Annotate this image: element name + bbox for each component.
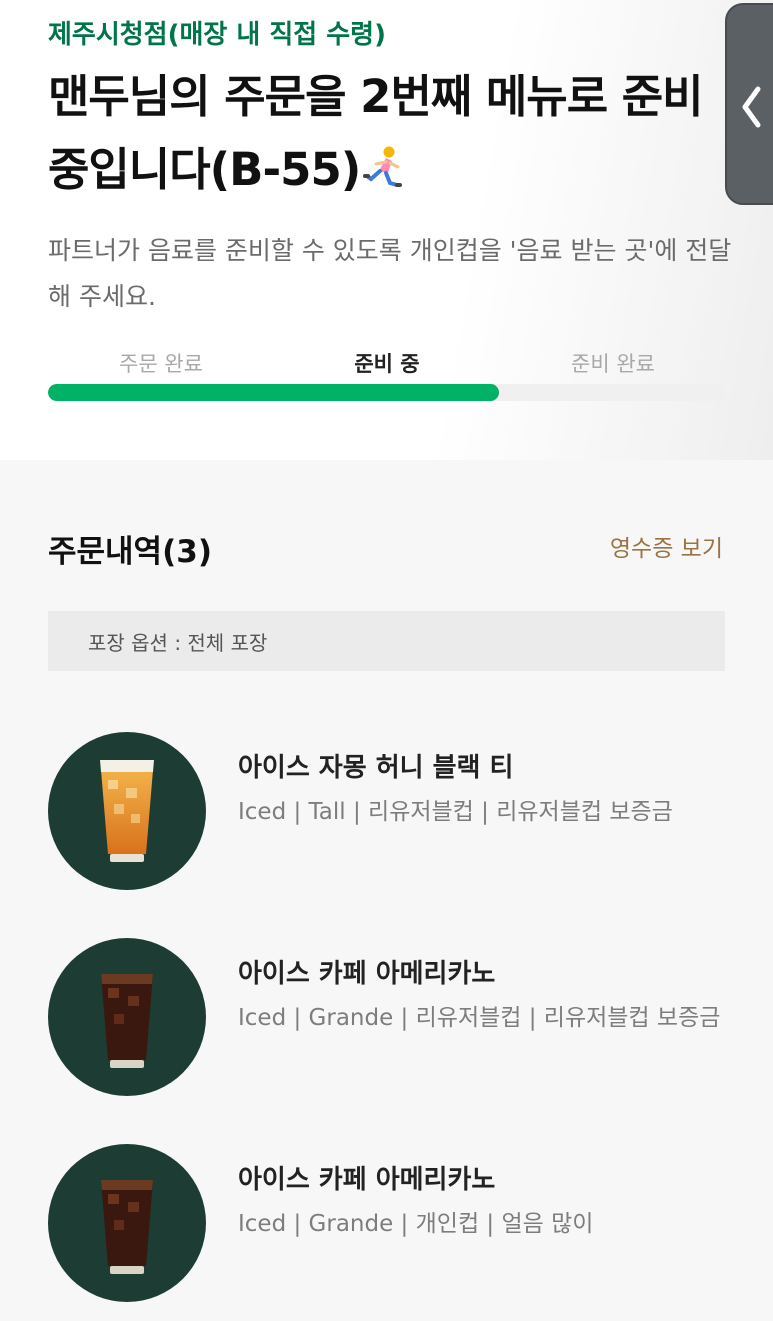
progress-bar-fill bbox=[48, 384, 499, 401]
step-preparing: 준비 중 bbox=[354, 352, 420, 376]
step-ready: 준비 완료 bbox=[571, 352, 655, 376]
chevron-left-icon bbox=[742, 86, 761, 128]
packaging-option-box: 포장 옵션 : 전체 포장 bbox=[48, 611, 725, 671]
store-name: 제주시청점(매장 내 직접 수령) bbox=[48, 20, 386, 50]
item-name: 아이스 자몽 허니 블랙 티 bbox=[238, 753, 514, 783]
iced-americano-icon bbox=[101, 1180, 153, 1274]
item-name: 아이스 카페 아메리카노 bbox=[238, 959, 496, 989]
item-options: Iced | Grande | 리유저블컵 | 리유저블컵 보증금 bbox=[238, 1005, 721, 1031]
item-options: Iced | Tall | 리유저블컵 | 리유저블컵 보증금 bbox=[238, 799, 673, 825]
iced-americano-icon bbox=[101, 974, 153, 1068]
order-item[interactable]: 아이스 자몽 허니 블랙 티 Iced | Tall | 리유저블컵 | 리유저… bbox=[48, 732, 738, 892]
order-status-headline: 맨두님의 주문을 2번째 메뉴로 준비 중입니다(B-55) bbox=[48, 60, 718, 206]
step-order-complete: 주문 완료 bbox=[119, 352, 203, 376]
view-receipt-link[interactable]: 영수증 보기 bbox=[610, 529, 723, 563]
cup-guide-text: 파트너가 음료를 준비할 수 있도록 개인컵을 '음료 받는 곳'에 전달해 주… bbox=[48, 236, 732, 311]
order-item[interactable]: 아이스 카페 아메리카노 Iced | Grande | 개인컵 | 얼음 많이 bbox=[48, 1144, 738, 1304]
progress-bar bbox=[48, 384, 726, 401]
drink-thumbnail bbox=[48, 1144, 206, 1302]
progress-steps: 주문 완료 준비 중 준비 완료 bbox=[48, 348, 726, 380]
order-item[interactable]: 아이스 카페 아메리카노 Iced | Grande | 리유저블컵 | 리유저… bbox=[48, 938, 738, 1098]
order-status-header: 제주시청점(매장 내 직접 수령) 맨두님의 주문을 2번째 메뉴로 준비 중입… bbox=[0, 0, 773, 460]
order-history-title: 주문내역(3) bbox=[48, 534, 212, 570]
grapefruit-honey-black-tea-icon bbox=[100, 760, 154, 862]
drink-thumbnail bbox=[48, 938, 206, 1096]
packaging-option-label: 포장 옵션 : 전체 포장 bbox=[88, 631, 268, 655]
side-panel-toggle[interactable] bbox=[725, 3, 773, 205]
item-options: Iced | Grande | 개인컵 | 얼음 많이 bbox=[238, 1211, 594, 1237]
drink-thumbnail bbox=[48, 732, 206, 890]
running-person-icon bbox=[363, 146, 403, 187]
item-name: 아이스 카페 아메리카노 bbox=[238, 1165, 496, 1195]
